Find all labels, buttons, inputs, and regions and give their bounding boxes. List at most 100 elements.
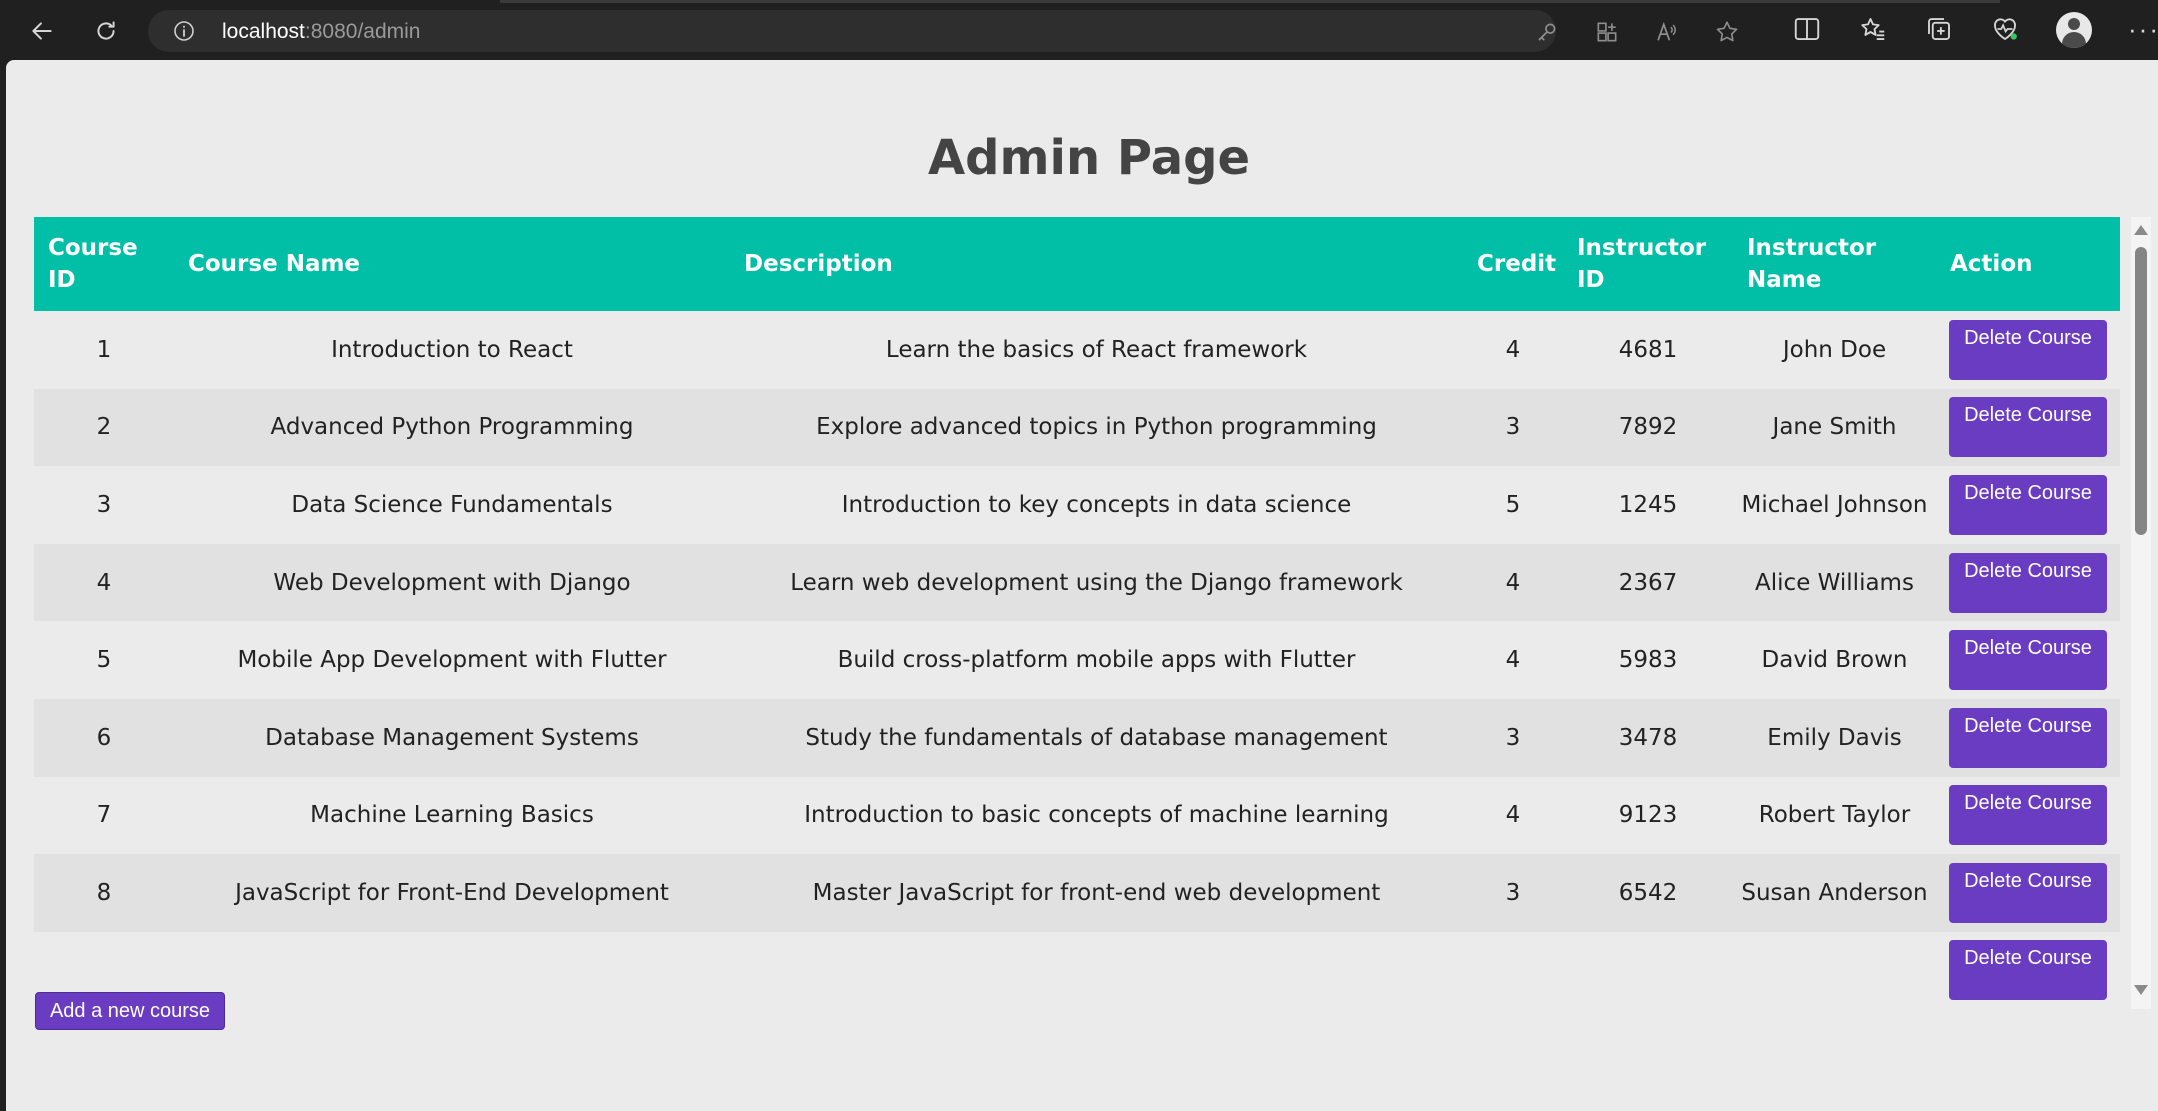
cell-instructor-name: Michael Johnson [1741,491,1928,518]
cell-course-id: 7 [96,802,112,829]
header-course-id: Course ID [48,235,138,293]
cell-credit: 4 [1505,647,1521,674]
scrollbar-thumb[interactable] [2135,247,2147,535]
cell-course-id: 2 [96,414,112,441]
back-button[interactable] [22,12,62,50]
cell-credit: 3 [1505,414,1521,441]
delete-course-button[interactable]: Delete Course [1949,397,2107,458]
cell-action: Delete Course [1936,389,2120,467]
delete-course-button[interactable]: Delete Course [1949,862,2107,923]
url-path: :8080/admin [304,20,421,43]
cell-credit: 5 [1505,491,1521,518]
courses-table-container[interactable]: Course ID Course Name Description Credit… [34,217,2131,1009]
delete-course-button[interactable]: Delete Course [1949,474,2107,535]
site-info-icon[interactable] [172,19,196,43]
split-screen-icon[interactable] [1792,14,1822,44]
header-course-name: Course Name [188,251,361,277]
refresh-button[interactable] [86,12,126,50]
read-aloud-icon[interactable] [1654,19,1680,45]
cell-instructor-id: 1245 [1618,491,1678,518]
table-row: 6 Database Management Systems Study the … [34,698,2120,777]
scroll-down-arrow-icon[interactable] [2134,985,2148,995]
refresh-icon [97,21,115,40]
delete-course-button[interactable]: Delete Course [1949,785,2107,846]
cell-instructor-name: Robert Taylor [1758,802,1911,829]
cell-action: Delete Course [1936,699,2120,777]
cell-description: Build cross-platform mobile apps with Fl… [837,647,1356,674]
cell-instructor-id: 4681 [1618,336,1678,363]
header-action: Action [1950,251,2033,277]
table-scrollbar[interactable] [2131,217,2151,1009]
cell-action: Delete Course [1936,311,2120,389]
add-course-button[interactable]: Add a new course [35,992,225,1030]
cell-course-name: Data Science Fundamentals [291,491,613,518]
header-instructor-name: Instructor Name [1747,235,1877,293]
url-text[interactable]: localhost:8080/admin [222,20,420,44]
cell-course-name: Web Development with Django [273,569,631,596]
cell-instructor-name: Emily Davis [1767,724,1902,751]
cell-description: Master JavaScript for front-end web deve… [812,879,1381,906]
more-options-icon[interactable]: ··· [2128,14,2158,45]
key-icon[interactable] [1534,19,1560,45]
delete-course-button[interactable]: Delete Course [1949,939,2107,1000]
table-header-row: Course ID Course Name Description Credit… [34,217,2120,311]
table-row: 5 Mobile App Development with Flutter Bu… [34,621,2120,699]
cell-credit [1463,932,1563,1009]
delete-course-button[interactable]: Delete Course [1949,630,2107,691]
cell-course-name: Machine Learning Basics [310,802,594,829]
cell-instructor-name: Jane Smith [1772,414,1897,441]
cell-description: Study the fundamentals of database manag… [805,724,1388,751]
cell-description: Explore advanced topics in Python progra… [816,414,1377,441]
cell-description: Learn web development using the Django f… [790,569,1403,596]
cell-course-id: 3 [96,491,112,518]
cell-credit: 4 [1505,336,1521,363]
cell-description: Introduction to key concepts in data sci… [841,491,1352,518]
table-row: 4 Web Development with Django Learn web … [34,543,2120,622]
page-viewport: Admin Page Course ID Course Name Descrip… [6,60,2158,1111]
delete-course-button[interactable]: Delete Course [1949,319,2107,380]
cell-action: Delete Course [1936,932,2120,1009]
cell-action: Delete Course [1936,544,2120,622]
url-host: localhost [222,20,305,43]
scroll-up-arrow-icon[interactable] [2134,225,2148,235]
apps-add-icon[interactable] [1594,19,1620,45]
header-instructor-id: Instructor ID [1577,235,1707,293]
cell-instructor-name: Alice Williams [1755,569,1914,596]
delete-course-button[interactable]: Delete Course [1949,552,2107,613]
cell-course-id: 1 [96,336,112,363]
table-row: 7 Machine Learning Basics Introduction t… [34,776,2120,855]
delete-course-button[interactable]: Delete Course [1949,707,2107,768]
table-row: 3 Data Science Fundamentals Introduction… [34,466,2120,544]
collections-icon[interactable] [1924,14,1954,44]
address-bar[interactable]: localhost:8080/admin [148,10,1738,52]
cell-description: Learn the basics of React framework [885,336,1308,363]
courses-table: Course ID Course Name Description Credit… [34,217,2120,1009]
avatar-head [2068,18,2080,30]
cell-action: Delete Course [1936,466,2120,544]
cell-instructor-name: David Brown [1761,647,1908,674]
table-row: 8 JavaScript for Front-End Development M… [34,854,2120,932]
table-row: 2 Advanced Python Programming Explore ad… [34,388,2120,467]
cell-course-name: JavaScript for Front-End Development [235,879,669,906]
favorite-star-icon[interactable] [1714,19,1740,45]
cell-course-id: 4 [96,569,112,596]
browser-essentials-icon[interactable] [1990,14,2020,44]
cell-action: Delete Course [1936,854,2120,932]
cell-description: Introduction to basic concepts of machin… [804,802,1389,829]
header-description: Description [744,251,893,277]
page-title: Admin Page [927,130,1251,186]
cell-instructor-id: 2367 [1618,569,1678,596]
cell-instructor-id: 9123 [1618,802,1678,829]
header-credit: Credit [1477,251,1557,277]
profile-avatar-icon[interactable] [2056,12,2092,48]
cell-instructor-id [1563,932,1733,1009]
cell-credit: 3 [1505,724,1521,751]
cell-instructor-id: 3478 [1618,724,1678,751]
table-row: Delete Course [34,931,2120,1009]
cell-course-id: 6 [96,724,112,751]
table-row: 1 Introduction to React Learn the basics… [34,311,2120,389]
cell-instructor-id: 5983 [1618,647,1678,674]
cell-course-id: 8 [96,879,112,906]
tab-strip-edge [500,0,2000,3]
favorites-icon[interactable] [1858,14,1888,44]
